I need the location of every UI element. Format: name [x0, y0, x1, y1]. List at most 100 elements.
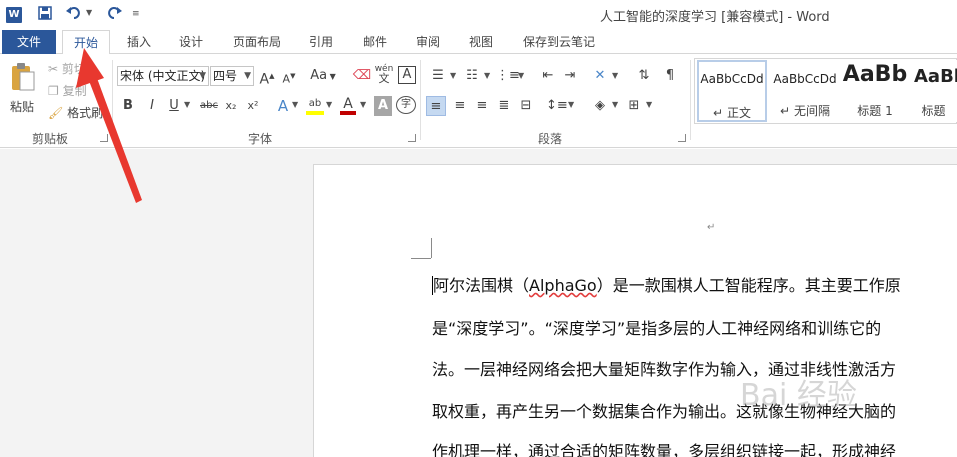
ribbon: 粘贴 ✂ 剪切 ❐ 复制 🖌 格式刷 剪贴板 宋体 (中文正文) ▼ 四号 ▼ …	[0, 54, 957, 148]
highlight-button[interactable]: ab	[304, 94, 326, 115]
strikethrough-button[interactable]: abc	[198, 96, 220, 116]
paste-icon	[12, 63, 35, 91]
word-window: W ▼ ≡ 人工智能的深度学习 [兼容模式] - Word 文件 开始 插入 设…	[0, 0, 957, 457]
watermark: Bai 经验	[740, 378, 857, 413]
shrink-font-button[interactable]: A▼	[280, 66, 298, 86]
tab-home[interactable]: 开始	[62, 30, 110, 55]
font-name-combo[interactable]: 宋体 (中文正文) ▼	[117, 66, 209, 86]
document-line[interactable]: 是“深度学习”。“深度学习”是指多层的人工神经网络和训练它的	[432, 315, 881, 339]
align-left-icon[interactable]: ≡	[426, 96, 446, 116]
sort-icon[interactable]: ⇅	[634, 66, 654, 86]
tab-save-to-cloud-notes[interactable]: 保存到云笔记	[514, 30, 604, 54]
document-line[interactable]: 阿尔法围棋（AlphaGo）是一款围棋人工智能程序。其主要工作原	[432, 272, 901, 296]
character-border-button[interactable]: A	[398, 66, 416, 84]
italic-button[interactable]: I	[144, 96, 160, 116]
style-heading-1[interactable]: AaBb 标题 1	[842, 60, 908, 122]
align-right-icon[interactable]: ≡	[472, 96, 492, 116]
increase-indent-icon[interactable]: ⇥	[560, 66, 580, 86]
underline-button[interactable]: U	[166, 96, 182, 116]
multilevel-list-icon[interactable]: ⋮≡	[496, 66, 520, 86]
paragraph-group-label: 段落	[537, 132, 562, 146]
tab-file[interactable]: 文件	[2, 30, 56, 54]
chevron-down-icon[interactable]: ▼	[360, 100, 366, 109]
enclose-characters-button[interactable]: 字	[396, 96, 416, 114]
decrease-indent-icon[interactable]: ⇤	[538, 66, 558, 86]
tab-view[interactable]: 视图	[458, 30, 504, 54]
copy-icon: ❐	[48, 84, 59, 98]
document-line[interactable]: 作机理一样，通过合适的矩阵数量，多层组织链接一起，形成神经	[432, 438, 896, 457]
format-painter-icon: 🖌	[48, 106, 64, 120]
word-app-icon[interactable]: W	[6, 7, 22, 23]
customize-icon[interactable]: ≡	[132, 9, 140, 19]
style-name: 标题	[921, 104, 946, 118]
style-name: ↵ 正文	[713, 106, 751, 120]
separator	[112, 60, 113, 140]
ribbon-tabs: 文件 开始 插入 设计 页面布局 引用 邮件 审阅 视图 保存到云笔记	[0, 30, 957, 55]
undo-icon[interactable]	[64, 5, 84, 25]
window-title: 人工智能的深度学习 [兼容模式] - Word	[600, 10, 830, 25]
shading-icon[interactable]: ◈	[590, 96, 610, 116]
tab-review[interactable]: 审阅	[405, 30, 451, 54]
style-no-spacing[interactable]: AaBbCcDd ↵ 无间隔	[770, 60, 840, 122]
paragraph-launcher-icon[interactable]	[678, 134, 686, 142]
cut-label: 剪切	[61, 62, 86, 76]
clear-format-icon[interactable]: ⌫	[352, 66, 372, 86]
distributed-icon[interactable]: ⊟	[516, 96, 536, 116]
line-text: 阿尔法围棋（	[432, 276, 530, 295]
style-normal[interactable]: AaBbCcDd ↵ 正文	[697, 60, 767, 122]
redo-icon[interactable]	[104, 5, 124, 25]
underline-dropdown-icon[interactable]: ▼	[184, 100, 190, 109]
tab-references[interactable]: 引用	[298, 30, 344, 54]
line-text: ）是一款围棋人工智能程序。其主要工作原	[596, 276, 901, 295]
clipboard-group-label: 剪贴板	[31, 132, 68, 146]
chevron-down-icon[interactable]: ▼	[292, 100, 298, 109]
tab-insert[interactable]: 插入	[116, 30, 162, 54]
superscript-button[interactable]: x²	[244, 96, 262, 116]
tab-mailings[interactable]: 邮件	[352, 30, 398, 54]
chevron-down-icon: ▼	[199, 71, 206, 81]
chevron-down-icon[interactable]: ▼	[518, 71, 524, 80]
chevron-down-icon[interactable]: ▼	[568, 100, 574, 109]
copy-button[interactable]: ❐ 复制	[48, 82, 108, 100]
chevron-down-icon[interactable]: ▼	[612, 71, 618, 80]
style-title[interactable]: AaBl 标题	[910, 60, 957, 122]
save-icon[interactable]	[36, 5, 54, 25]
bullets-icon[interactable]: ☰	[428, 66, 448, 86]
copy-label: 复制	[62, 84, 87, 98]
style-sample: AaBbCcDd	[700, 72, 764, 86]
chevron-down-icon[interactable]: ▼	[646, 100, 652, 109]
chinese-layout-icon[interactable]: ✕	[590, 66, 610, 86]
change-case-button[interactable]: Aa ▼	[308, 66, 338, 86]
chevron-down-icon[interactable]: ▼	[484, 71, 490, 80]
format-painter-button[interactable]: 🖌 格式刷	[48, 104, 110, 122]
paste-button[interactable]: 粘贴	[8, 60, 38, 122]
chevron-down-icon[interactable]: ▼	[326, 100, 332, 109]
align-center-icon[interactable]: ≡	[450, 96, 470, 116]
grow-font-button[interactable]: A▲	[258, 66, 276, 88]
undo-dropdown-icon[interactable]: ▼	[86, 8, 92, 17]
cut-button[interactable]: ✂ 剪切	[48, 60, 108, 78]
style-name: 标题 1	[857, 104, 893, 118]
chevron-down-icon[interactable]: ▼	[450, 71, 456, 80]
bold-button[interactable]: B	[120, 96, 136, 116]
font-group-label: 字体	[247, 132, 272, 146]
character-shading-button[interactable]: A	[374, 96, 392, 116]
font-size-combo[interactable]: 四号 ▼	[210, 66, 254, 86]
separator	[690, 60, 691, 140]
font-color-button[interactable]: A	[338, 94, 358, 115]
borders-icon[interactable]: ⊞	[624, 96, 644, 116]
tab-page-layout[interactable]: 页面布局	[222, 30, 292, 54]
justify-icon[interactable]: ≣	[494, 96, 514, 116]
text-effects-button[interactable]: A	[274, 96, 292, 116]
phonetic-guide-button[interactable]: wén 文	[374, 64, 394, 84]
font-launcher-icon[interactable]	[408, 134, 416, 142]
show-marks-icon[interactable]: ¶	[660, 66, 680, 86]
subscript-button[interactable]: x₂	[222, 96, 240, 116]
misspelled-word[interactable]: AlphaGo	[529, 276, 597, 295]
tab-design[interactable]: 设计	[168, 30, 214, 54]
title-bar: W ▼ ≡ 人工智能的深度学习 [兼容模式] - Word	[0, 0, 957, 30]
chevron-down-icon[interactable]: ▼	[612, 100, 618, 109]
line-spacing-icon[interactable]: ↕≡	[546, 96, 568, 116]
numbering-icon[interactable]: ☷	[462, 66, 482, 86]
clipboard-launcher-icon[interactable]	[100, 134, 108, 142]
